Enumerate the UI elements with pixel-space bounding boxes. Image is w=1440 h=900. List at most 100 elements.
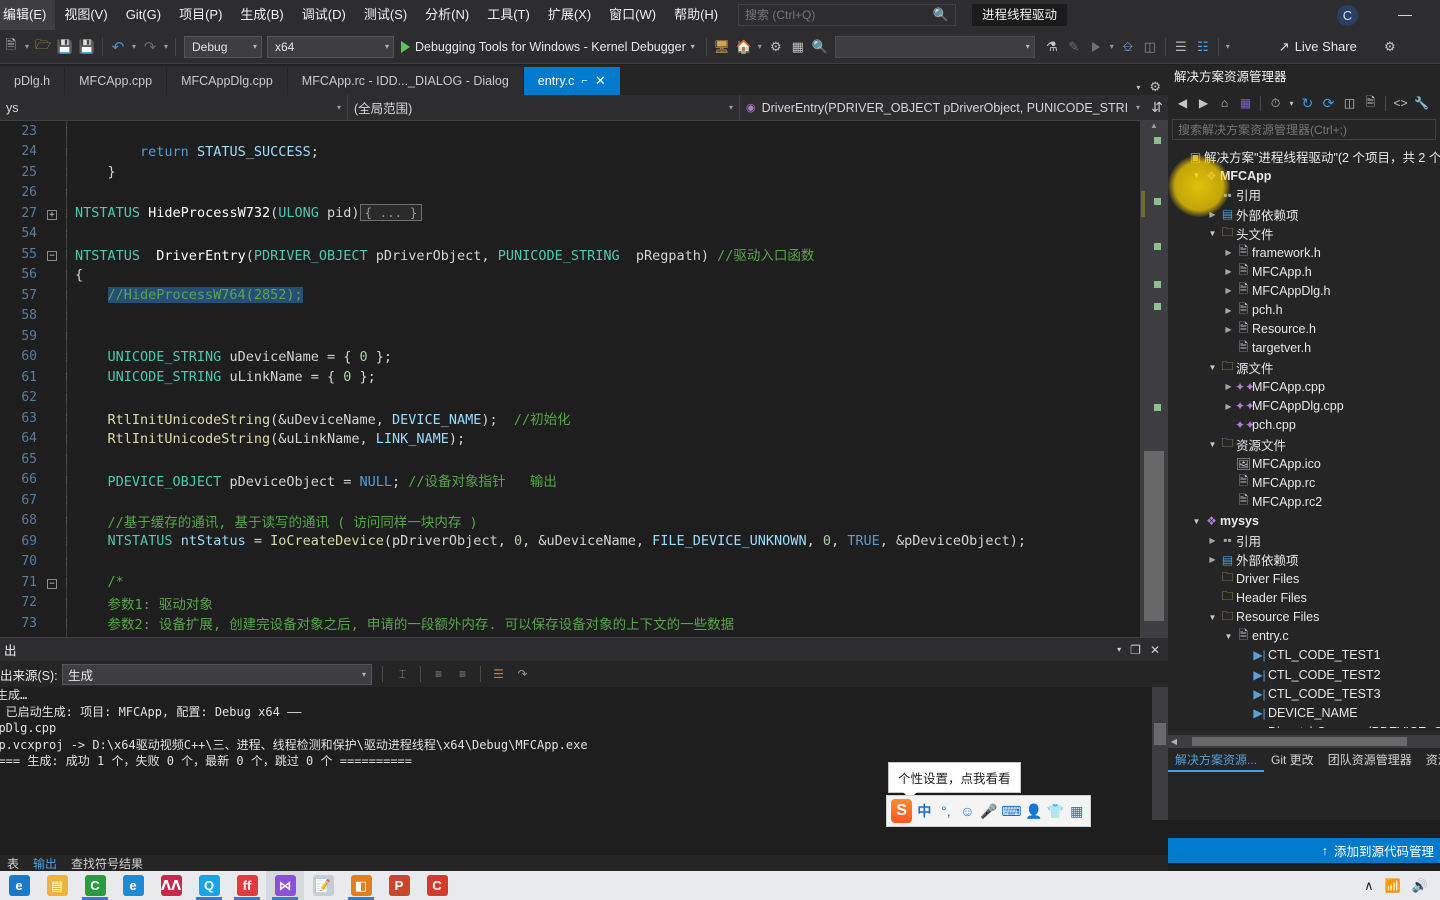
- account-avatar[interactable]: C: [1337, 5, 1358, 26]
- save-icon[interactable]: 💾: [54, 35, 76, 59]
- expander-open-icon[interactable]: ▼: [1190, 517, 1203, 526]
- tab-list-dropdown-icon[interactable]: ▾: [1136, 83, 1140, 92]
- hscrollbar-thumb[interactable]: [1192, 737, 1407, 746]
- project-scope-combo[interactable]: ys ▾: [0, 94, 348, 121]
- code-line[interactable]: 58: [0, 306, 1140, 327]
- show-hidden-icons-icon[interactable]: ∧: [1364, 878, 1374, 894]
- tab-git-changes[interactable]: Git 更改: [1264, 748, 1321, 772]
- tree-item[interactable]: ▼ 🗀 头文件: [1168, 224, 1440, 243]
- wifi-icon[interactable]: 📶: [1385, 878, 1401, 894]
- menu-extensions[interactable]: 扩展(X): [539, 0, 600, 30]
- scroll-left-arrow-icon[interactable]: ◀: [1168, 737, 1180, 746]
- code-line[interactable]: 71− /*: [0, 572, 1140, 593]
- attach-to-process-icon[interactable]: 🖥: [711, 35, 733, 59]
- code-line[interactable]: 73 参数2: 设备扩展, 创建完设备对象之后, 申请的一段额外内存. 可以保存…: [0, 613, 1140, 634]
- taskbar-notepad-app[interactable]: 📝: [304, 871, 342, 900]
- go-to-previous-icon[interactable]: ≡: [429, 664, 448, 684]
- outline-toggle-icon[interactable]: +: [44, 207, 60, 220]
- tree-item[interactable]: ◎DispatchCommon(PDEVICE_O: [1168, 723, 1440, 728]
- scroll-up-arrow-icon[interactable]: ▲: [1140, 121, 1168, 135]
- branch-icon[interactable]: ⚙: [765, 35, 787, 59]
- clear-all-icon[interactable]: ☰: [489, 664, 508, 684]
- ime-mode-chinese[interactable]: 中: [915, 799, 934, 823]
- taskbar-ff-app[interactable]: ff: [228, 871, 266, 900]
- expander-open-icon[interactable]: ▼: [1206, 363, 1219, 372]
- search-input[interactable]: [745, 8, 933, 22]
- code-line[interactable]: 59: [0, 326, 1140, 347]
- tree-item[interactable]: ▶ 🗎 MFCApp.h: [1168, 262, 1440, 281]
- expander-closed-icon[interactable]: ▶: [1222, 402, 1235, 411]
- tree-item[interactable]: 🖼 MFCApp.ico: [1168, 454, 1440, 473]
- code-line[interactable]: 70: [0, 552, 1140, 573]
- code-line[interactable]: 54: [0, 224, 1140, 245]
- quick-launch-search[interactable]: 🔍: [738, 4, 956, 26]
- apps-icon[interactable]: ▦: [1067, 799, 1086, 823]
- expander-open-icon[interactable]: ▼: [1206, 440, 1219, 449]
- tree-item[interactable]: ▶ 🗎 MFCAppDlg.h: [1168, 281, 1440, 300]
- expander-closed-icon[interactable]: ▶: [1206, 210, 1219, 219]
- tree-item[interactable]: ▶| CTL_CODE_TEST1: [1168, 646, 1440, 665]
- home-icon[interactable]: ⌂: [1215, 93, 1234, 113]
- code-line[interactable]: 25 }: [0, 162, 1140, 183]
- open-file-icon[interactable]: 🗁: [32, 35, 54, 59]
- pending-changes-icon[interactable]: ⏱: [1266, 93, 1285, 113]
- tab-resources[interactable]: 资源: [1419, 748, 1440, 772]
- switch-views-icon[interactable]: ▦: [1236, 93, 1255, 113]
- menu-build[interactable]: 生成(B): [231, 0, 292, 30]
- tree-item[interactable]: ▶ ▤ 外部依赖项: [1168, 550, 1440, 569]
- tree-item[interactable]: 🗎 MFCApp.rc2: [1168, 492, 1440, 511]
- outline-toggle-icon[interactable]: −: [44, 576, 60, 589]
- lab-flask-icon[interactable]: ⚗: [1041, 35, 1063, 59]
- tab-mfcapp-rc[interactable]: MFCApp.rc - IDD..._DIALOG - Dialog: [287, 67, 524, 95]
- tree-item[interactable]: ✦✦ pch.cpp: [1168, 416, 1440, 435]
- code-line[interactable]: 60 UNICODE_STRING uDeviceName = { 0 };: [0, 347, 1140, 368]
- output-source-combo[interactable]: 生成 ▾: [62, 663, 372, 685]
- code-line[interactable]: 56 {: [0, 265, 1140, 286]
- code-line[interactable]: 69 NTSTATUS ntStatus = IoCreateDevice(pD…: [0, 531, 1140, 552]
- keyboard-icon[interactable]: ⌨: [1001, 799, 1021, 823]
- output-scrollbar[interactable]: [1152, 687, 1168, 820]
- function-scope-combo[interactable]: ◉ DriverEntry(PDRIVER_OBJECT pDriverObje…: [740, 95, 1146, 121]
- user-icon[interactable]: 👤: [1024, 799, 1043, 823]
- emoji-icon[interactable]: ☺: [958, 799, 977, 823]
- code-line[interactable]: 66 PDEVICE_OBJECT pDeviceObject = NULL; …: [0, 470, 1140, 491]
- close-icon[interactable]: ✕: [595, 67, 606, 95]
- tab-find-symbol-results[interactable]: 查找符号结果: [64, 855, 150, 871]
- pencil-icon[interactable]: ✎: [1063, 35, 1085, 59]
- code-line[interactable]: 55− NTSTATUS DriverEntry(PDRIVER_OBJECT p…: [0, 244, 1140, 265]
- new-file-icon[interactable]: 🗎: [0, 35, 22, 59]
- tree-item[interactable]: 🗎 MFCApp.rc: [1168, 473, 1440, 492]
- window-layout-icon[interactable]: ▦: [787, 35, 809, 59]
- tab-error-list[interactable]: 表: [0, 855, 26, 871]
- panel-dropdown-icon[interactable]: ▾: [1117, 645, 1121, 654]
- member-scope-combo[interactable]: (全局范围) ▾: [348, 94, 740, 121]
- expander-closed-icon[interactable]: ▶: [1222, 286, 1235, 295]
- tree-item[interactable]: ▼ 🗀 Resource Files: [1168, 608, 1440, 627]
- select-element-icon[interactable]: ⎒: [1117, 35, 1139, 59]
- taskbar-wechat-app[interactable]: C: [76, 871, 114, 900]
- panel-maximize-icon[interactable]: ❐: [1130, 643, 1141, 657]
- forward-arrow-icon[interactable]: ▶: [1194, 93, 1213, 113]
- code-line[interactable]: 62: [0, 388, 1140, 409]
- tree-item[interactable]: 🗎 targetver.h: [1168, 339, 1440, 358]
- menu-test[interactable]: 测试(S): [355, 0, 416, 30]
- tree-item[interactable]: ▣ 解决方案"进程线程驱动"(2 个项目，共 2 个): [1168, 147, 1440, 166]
- code-line[interactable]: 68 //基于缓存的通讯, 基于读写的通讯 ( 访问同样一块内存 ): [0, 511, 1140, 532]
- volume-icon[interactable]: 🔊: [1412, 878, 1428, 894]
- menu-project[interactable]: 项目(P): [170, 0, 231, 30]
- start-debug-button[interactable]: Debugging Tools for Windows - Kernel Deb…: [394, 35, 702, 59]
- code-line[interactable]: 72 参数1: 驱动对象: [0, 593, 1140, 614]
- ime-punctuation-toggle[interactable]: °,: [937, 799, 956, 823]
- tree-item[interactable]: ▼ 🗀 源文件: [1168, 358, 1440, 377]
- go-to-next-icon[interactable]: ≡: [453, 664, 472, 684]
- expander-closed-icon[interactable]: ▶: [1222, 382, 1235, 391]
- expander-closed-icon[interactable]: ▶: [1222, 325, 1235, 334]
- expander-closed-icon[interactable]: ▶: [1206, 536, 1219, 545]
- feedback-icon[interactable]: ⚙: [1379, 35, 1401, 59]
- code-line[interactable]: 24 return STATUS_SUCCESS;: [0, 142, 1140, 163]
- code-line[interactable]: 27 + NTSTATUS HideProcessW732(ULONG pid){ …: [0, 203, 1140, 224]
- menu-git[interactable]: Git(G): [117, 0, 170, 30]
- outline-toggle-icon[interactable]: −: [44, 248, 60, 261]
- find-in-files-icon[interactable]: 🔍: [809, 35, 831, 59]
- tree-item[interactable]: ▶ ✦✦ MFCAppDlg.cpp: [1168, 396, 1440, 415]
